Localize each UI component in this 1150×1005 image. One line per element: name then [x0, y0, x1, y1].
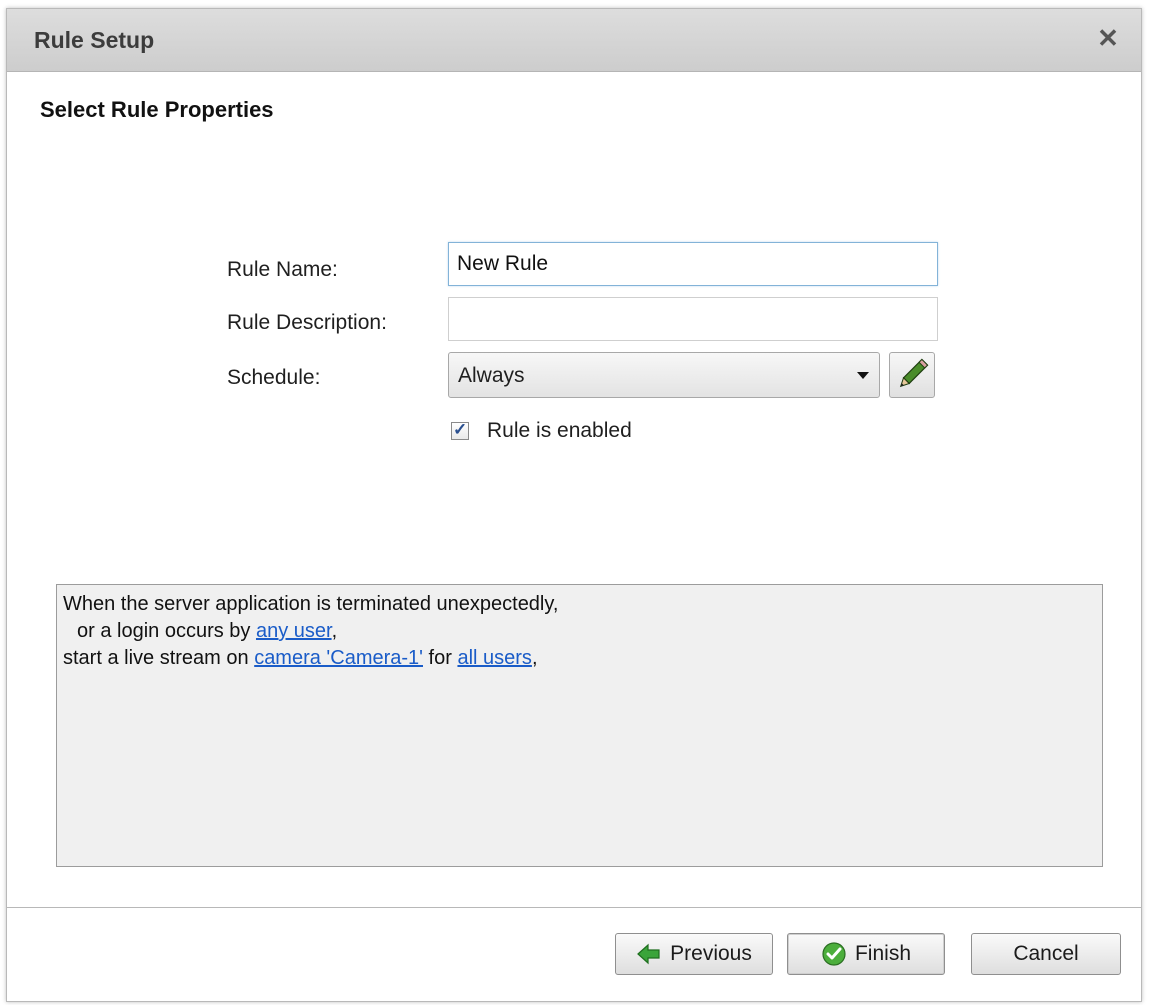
- edit-schedule-button[interactable]: [889, 352, 935, 398]
- summary-line-3-text: start a live stream on: [63, 647, 255, 669]
- pencil-icon: [899, 358, 929, 388]
- green-check-circle-icon: [822, 942, 846, 966]
- previous-button[interactable]: Previous: [615, 933, 773, 975]
- dialog-title: Rule Setup: [34, 27, 155, 53]
- schedule-label: Schedule:: [227, 366, 321, 389]
- rule-description-label: Rule Description:: [227, 311, 387, 334]
- any-user-link[interactable]: any user: [256, 620, 332, 642]
- rule-summary-panel: When the server application is terminate…: [56, 584, 1103, 867]
- summary-line-2: or a login occurs by any user,: [63, 618, 1096, 645]
- summary-line-1: When the server application is terminate…: [63, 593, 559, 615]
- footer-divider: [7, 907, 1141, 911]
- all-users-link[interactable]: all users: [457, 647, 531, 669]
- rule-name-input[interactable]: [448, 242, 938, 286]
- rule-setup-dialog: Rule Setup ✕ Select Rule Properties Rule…: [6, 8, 1142, 1002]
- green-left-arrow-icon: [637, 943, 660, 965]
- rule-description-input[interactable]: [448, 297, 938, 341]
- rule-enabled-label: Rule is enabled: [487, 419, 632, 442]
- camera-link[interactable]: camera 'Camera-1': [254, 647, 423, 669]
- finish-button-label: Finish: [854, 942, 912, 965]
- summary-line-3-suffix: ,: [531, 647, 538, 669]
- summary-line-3-middle: for: [423, 647, 458, 669]
- previous-button-label: Previous: [670, 942, 752, 965]
- finish-button[interactable]: Finish: [787, 933, 945, 975]
- close-icon[interactable]: ✕: [1093, 23, 1123, 53]
- cancel-button-label: Cancel: [1013, 942, 1079, 965]
- rule-enabled-checkbox[interactable]: ✓: [451, 420, 469, 440]
- cancel-button[interactable]: Cancel: [971, 933, 1121, 975]
- schedule-selected-value: Always: [458, 364, 525, 387]
- rule-name-label: Rule Name:: [227, 258, 338, 281]
- summary-line-3: start a live stream on camera 'Camera-1'…: [63, 645, 1096, 672]
- chevron-down-icon: [857, 372, 869, 379]
- summary-line-2-suffix: ,: [331, 620, 338, 642]
- title-bar: Rule Setup ✕: [7, 9, 1141, 72]
- summary-line-2-text: or a login occurs by: [77, 620, 256, 642]
- schedule-dropdown[interactable]: Always: [448, 352, 880, 398]
- page-title: Select Rule Properties: [40, 97, 274, 122]
- checkmark-icon: ✓: [453, 420, 468, 439]
